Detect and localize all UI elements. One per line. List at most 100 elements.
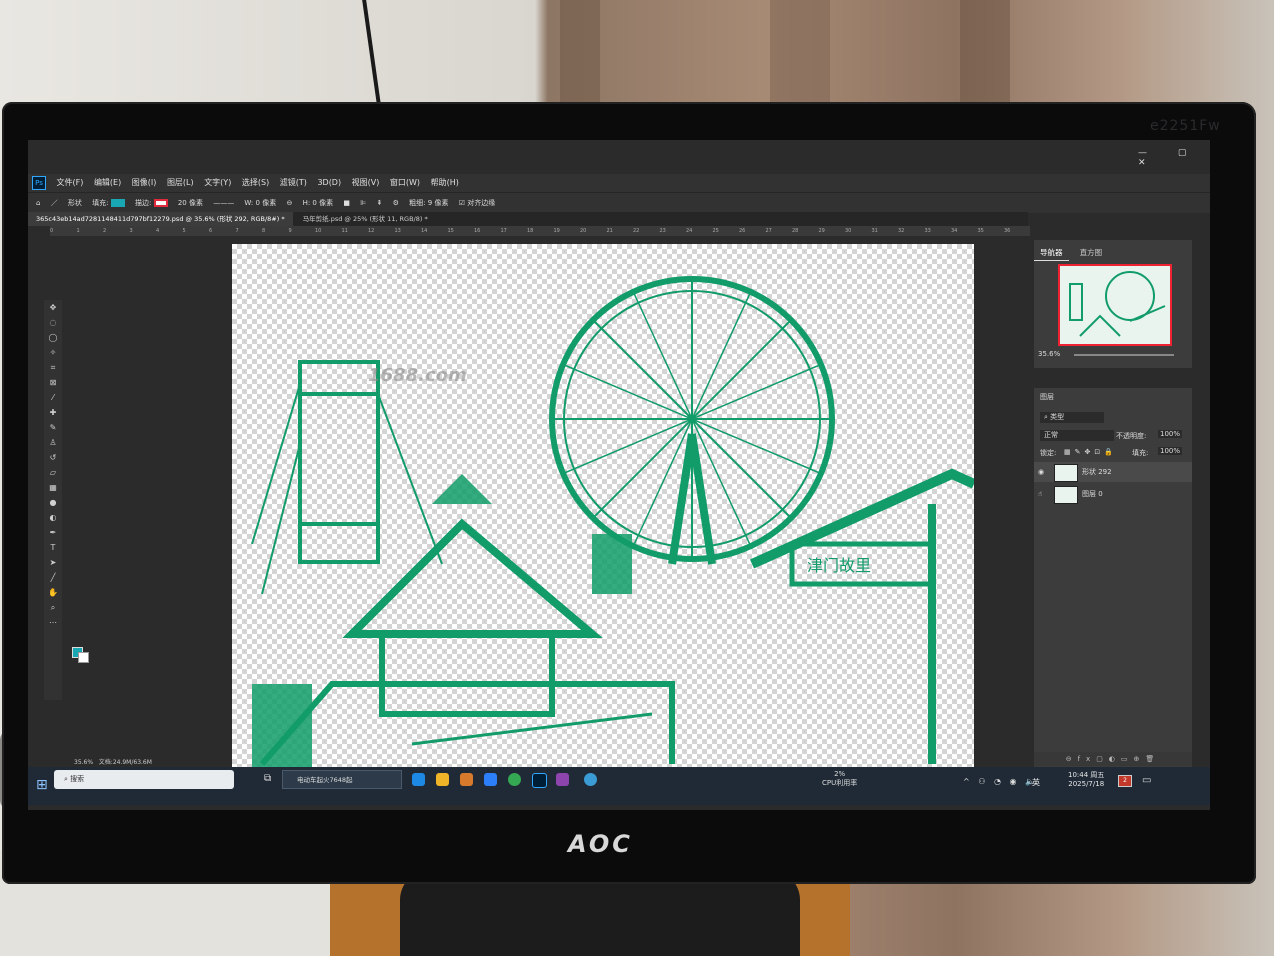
eraser-icon[interactable]: ▱	[44, 465, 62, 480]
mail-icon[interactable]	[484, 773, 497, 786]
layers-footer-icons[interactable]: ⊖fx▢◐▭⊕🗑	[1034, 752, 1192, 766]
move-tool-icon[interactable]: ✥	[44, 300, 62, 315]
layer-row[interactable]: ◉ 形状 292	[1034, 462, 1192, 482]
shape-mode-select[interactable]: 形状	[68, 193, 82, 213]
lock-icons[interactable]: ▦✎✥⊡🔒	[1064, 448, 1117, 456]
dodge-tool-icon[interactable]: ◐	[44, 510, 62, 525]
clock-time: 10:44 周五	[1068, 771, 1105, 779]
stroke-type-select[interactable]: ———	[213, 193, 234, 213]
ruler-tick: 13	[394, 228, 401, 234]
align-edges-label: 对齐边缘	[467, 199, 496, 207]
photoshop-icon[interactable]: Ps	[32, 175, 46, 190]
layer-thumbnail	[1054, 464, 1078, 482]
fill-swatch[interactable]	[110, 199, 125, 207]
document-canvas[interactable]: 津门故里	[232, 244, 974, 770]
type-tool-icon[interactable]: T	[44, 540, 62, 555]
gear-icon[interactable]: ⚙	[393, 193, 399, 213]
navigator-zoom[interactable]: 35.6%	[1038, 350, 1060, 358]
h-field[interactable]: 0 像素	[312, 199, 333, 207]
menu-help[interactable]: 帮助(H)	[431, 174, 459, 192]
hand-tool-icon[interactable]: ✋	[44, 585, 62, 600]
menu-file[interactable]: 文件(F)	[57, 174, 84, 192]
lasso-tool-icon[interactable]: ◯	[44, 330, 62, 345]
cpu-widget[interactable]: 2% CPU利用率	[822, 770, 857, 788]
blend-mode-select[interactable]: 正常	[1040, 430, 1114, 441]
gradient-tool-icon[interactable]: ▦	[44, 480, 62, 495]
weight-field[interactable]: 9 像素	[428, 199, 449, 207]
tools-panel: ✥ ◌ ◯ ✧ ⌗ ⊠ ⁄ ✚ ✎ ♙ ↺ ▱ ▦ ● ◐ ✒ T ➤ ╱ ✋ …	[44, 300, 62, 700]
healing-brush-icon[interactable]: ✚	[44, 405, 62, 420]
layer-name: 图层 0	[1082, 490, 1103, 498]
eyedropper-icon[interactable]: ⁄	[44, 390, 62, 405]
tab-layers[interactable]: 图层	[1040, 392, 1054, 402]
menu-window[interactable]: 窗口(W)	[390, 174, 420, 192]
ruler-tick: 19	[553, 228, 560, 234]
paper-cut-artwork: 津门故里	[251, 276, 974, 770]
layer-thumbnail	[1054, 486, 1078, 504]
menu-filter[interactable]: 滤镜(T)	[280, 174, 307, 192]
frame-tool-icon[interactable]: ⊠	[44, 375, 62, 390]
edge-taskbar-item[interactable]: 电动车起火7648起	[282, 770, 402, 789]
windows-start-icon[interactable]: ⊞	[36, 777, 48, 793]
app-icon[interactable]	[556, 773, 569, 786]
photoshop-taskbar-icon[interactable]	[532, 773, 547, 788]
crop-tool-icon[interactable]: ⌗	[44, 360, 62, 375]
blur-tool-icon[interactable]: ●	[44, 495, 62, 510]
menu-type[interactable]: 文字(Y)	[204, 174, 231, 192]
menu-3d[interactable]: 3D(D)	[317, 174, 341, 192]
window-controls[interactable]: — ▢ ✕	[1138, 148, 1210, 168]
system-tray-icons[interactable]: ^ ⚇ ◔ ◉ 🔈	[963, 777, 1038, 786]
weight-label: 粗细:	[409, 199, 426, 207]
opacity-field[interactable]: 100%	[1158, 430, 1183, 438]
eye-icon[interactable]: ◉	[1038, 462, 1044, 482]
file-explorer-icon[interactable]	[436, 773, 449, 786]
home-icon[interactable]: ⌂	[36, 193, 40, 213]
menu-select[interactable]: 选择(S)	[242, 174, 269, 192]
stroke-size-field[interactable]: 20 像素	[178, 193, 203, 213]
app-icon[interactable]	[584, 773, 597, 786]
path-align-icon[interactable]: ⊫	[360, 193, 366, 213]
ruler-tick: 24	[686, 228, 693, 234]
pen-tool-icon[interactable]: ✒	[44, 525, 62, 540]
navigator-preview[interactable]	[1058, 264, 1172, 346]
layer-filter-select[interactable]: ⌕ 类型	[1040, 412, 1104, 423]
more-tools-icon[interactable]: ⋯	[44, 615, 62, 630]
background-color[interactable]	[78, 652, 89, 663]
zoom-tool-icon[interactable]: ⌕	[44, 600, 62, 615]
stroke-swatch[interactable]	[153, 199, 168, 207]
menu-layer[interactable]: 图层(L)	[167, 174, 194, 192]
tab-document-2[interactable]: 马年剪纸.psd @ 25% (形状 11, RGB/8) *	[295, 212, 436, 226]
brush-tool-icon[interactable]: ✎	[44, 420, 62, 435]
task-view-icon[interactable]: ⧉	[264, 773, 271, 784]
menu-view[interactable]: 视图(V)	[352, 174, 380, 192]
history-brush-icon[interactable]: ↺	[44, 450, 62, 465]
store-icon[interactable]	[460, 773, 473, 786]
w-field[interactable]: 0 像素	[256, 199, 277, 207]
action-center-icon[interactable]: ▭	[1142, 775, 1151, 786]
path-ops-icon[interactable]: ■	[343, 193, 350, 213]
menu-image[interactable]: 图像(I)	[132, 174, 157, 192]
taskbar-search[interactable]: ⌕ 搜索	[54, 770, 234, 789]
layer-row[interactable]: ☝ 图层 0	[1034, 484, 1192, 504]
tab-document-1[interactable]: 365c43eb14ad7281148411d797bf12279.psd @ …	[28, 212, 293, 226]
fill-field[interactable]: 100%	[1158, 447, 1183, 455]
edge-icon[interactable]	[412, 773, 425, 786]
stamp-tool-icon[interactable]: ♙	[44, 435, 62, 450]
notification-badge[interactable]: 2	[1118, 775, 1132, 787]
path-arrange-icon[interactable]: ⇞	[377, 193, 383, 213]
align-edges-checkbox[interactable]: ☑	[459, 193, 465, 213]
clock[interactable]: 10:44 周五 2025/7/18	[1068, 771, 1104, 789]
tab-navigator[interactable]: 导航器	[1034, 245, 1069, 261]
path-select-icon[interactable]: ➤	[44, 555, 62, 570]
magic-wand-icon[interactable]: ✧	[44, 345, 62, 360]
pen-tool-icon[interactable]: ／	[51, 193, 58, 213]
menu-edit[interactable]: 编辑(E)	[94, 174, 121, 192]
line-tool-icon[interactable]: ╱	[44, 570, 62, 585]
marquee-tool-icon[interactable]: ◌	[44, 315, 62, 330]
status-zoom[interactable]: 35.6%	[74, 759, 93, 766]
link-icon[interactable]: ⊖	[286, 193, 292, 213]
ime-indicator[interactable]: 英	[1032, 777, 1040, 788]
navigator-zoom-slider[interactable]	[1074, 354, 1174, 356]
tab-histogram[interactable]: 直方图	[1074, 245, 1109, 260]
browser-icon[interactable]	[508, 773, 521, 786]
